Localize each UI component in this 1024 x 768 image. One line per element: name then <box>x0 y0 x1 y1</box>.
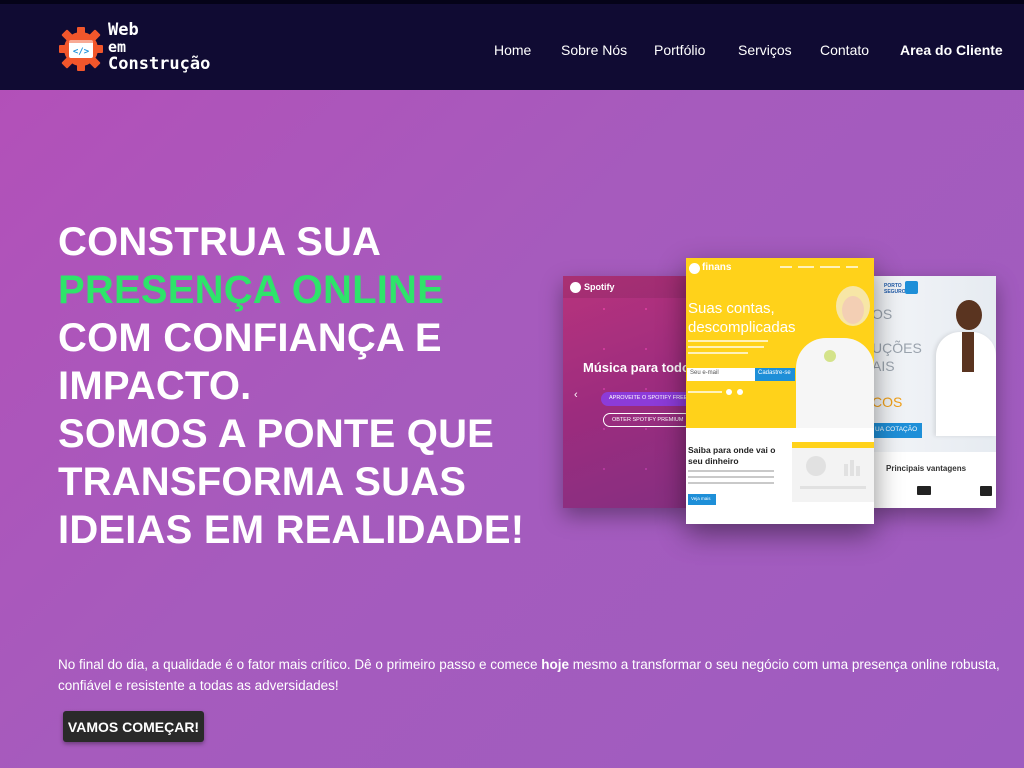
nav-area-do-cliente[interactable]: Area do Cliente <box>900 42 1003 58</box>
finans-section-title-line-1: Saiba para onde vai o <box>688 445 776 455</box>
porto-heading-fragment-1: OS <box>872 306 893 322</box>
headline-line-4: IMPACTO. <box>58 364 252 408</box>
finans-email-input: Seu e-mail <box>687 368 755 381</box>
nav-contato[interactable]: Contato <box>820 42 869 58</box>
porto-heading-fragment-4: COS <box>872 394 903 410</box>
spotify-icon <box>570 282 581 293</box>
porto-logo-icon <box>905 281 918 294</box>
spotify-premium-button: OBTER SPOTIFY PREMIUM <box>603 413 689 427</box>
headline-line-1: CONSTRUA SUA <box>58 220 382 264</box>
brand-logo[interactable]: </> Web em Construção <box>58 22 228 78</box>
brand-line-1: Web <box>108 20 139 40</box>
finans-dashboard-preview <box>792 442 874 502</box>
porto-doctor-image <box>956 300 982 330</box>
brand-line-3: Construção <box>108 54 211 74</box>
intro-text-emphasis: hoje <box>541 657 570 672</box>
finans-headline-line-2: descomplicadas <box>688 319 796 336</box>
cta-start-button[interactable]: VAMOS COMEÇAR! <box>63 711 204 742</box>
nav-sobre-nos[interactable]: Sobre Nós <box>561 42 627 58</box>
portfolio-mockup-finans: finans Suas contas, descomplicadas Seu e… <box>686 258 874 524</box>
porto-heading-fragment-2: UÇÕES <box>872 340 922 356</box>
spotify-free-button: APROVEITE O SPOTIFY FREE <box>601 392 689 406</box>
intro-text-start: No final do dia, a qualidade é o fator m… <box>58 657 542 672</box>
spotify-headline: Música para todos <box>583 360 689 375</box>
headline-line-3: COM CONFIANÇA E <box>58 316 442 360</box>
brand-name: Web em Construção <box>108 22 210 73</box>
play-store-icon <box>737 389 743 395</box>
finans-more-button: Veja mais <box>688 494 716 505</box>
porto-heading-fragment-3: AIS <box>872 358 895 374</box>
chevron-left-icon: ‹ <box>574 389 578 401</box>
finans-logo-icon <box>689 263 700 274</box>
finans-section-title-line-2: seu dinheiro <box>688 456 739 466</box>
porto-quote-button: UA COTAÇÃO <box>870 423 923 438</box>
portfolio-mockup-spotify: Spotify Música para todos ‹ APROVEITE O … <box>563 276 689 508</box>
finans-headline-line-1: Suas contas, <box>688 300 775 317</box>
headline-line-5: SOMOS A PONTE QUE <box>58 412 495 456</box>
headline-highlight: PRESENÇA ONLINE <box>58 268 445 312</box>
finans-signup-button: Cadastre-se <box>755 368 795 381</box>
spotify-brand: Spotify <box>584 282 615 292</box>
nav-servicos[interactable]: Serviços <box>738 42 792 58</box>
intro-paragraph: No final do dia, a qualidade é o fator m… <box>58 654 1008 696</box>
app-store-icon <box>726 389 732 395</box>
nav-portfolio[interactable]: Portfólio <box>654 42 705 58</box>
briefcase-icon <box>980 486 992 496</box>
porto-subtitle: Principais vantagens <box>886 464 967 473</box>
finans-brand: finans <box>702 262 732 273</box>
navbar: </> Web em Construção Home Sobre Nós Por… <box>0 0 1024 90</box>
headline-line-6: TRANSFORMA SUAS <box>58 460 467 504</box>
brand-icon-glyph: </> <box>73 47 90 57</box>
headline-line-7: IDEIAS EM REALIDADE! <box>58 508 525 552</box>
truck-icon <box>917 486 931 495</box>
code-gear-icon: </> <box>59 27 103 71</box>
nav-home[interactable]: Home <box>494 42 531 58</box>
hero-headline: CONSTRUA SUA PRESENÇA ONLINE COM CONFIAN… <box>58 218 538 554</box>
portfolio-mockup-porto-seguro: PORTO SEGURO OS UÇÕES AIS COS UA COTAÇÃO… <box>870 276 996 508</box>
